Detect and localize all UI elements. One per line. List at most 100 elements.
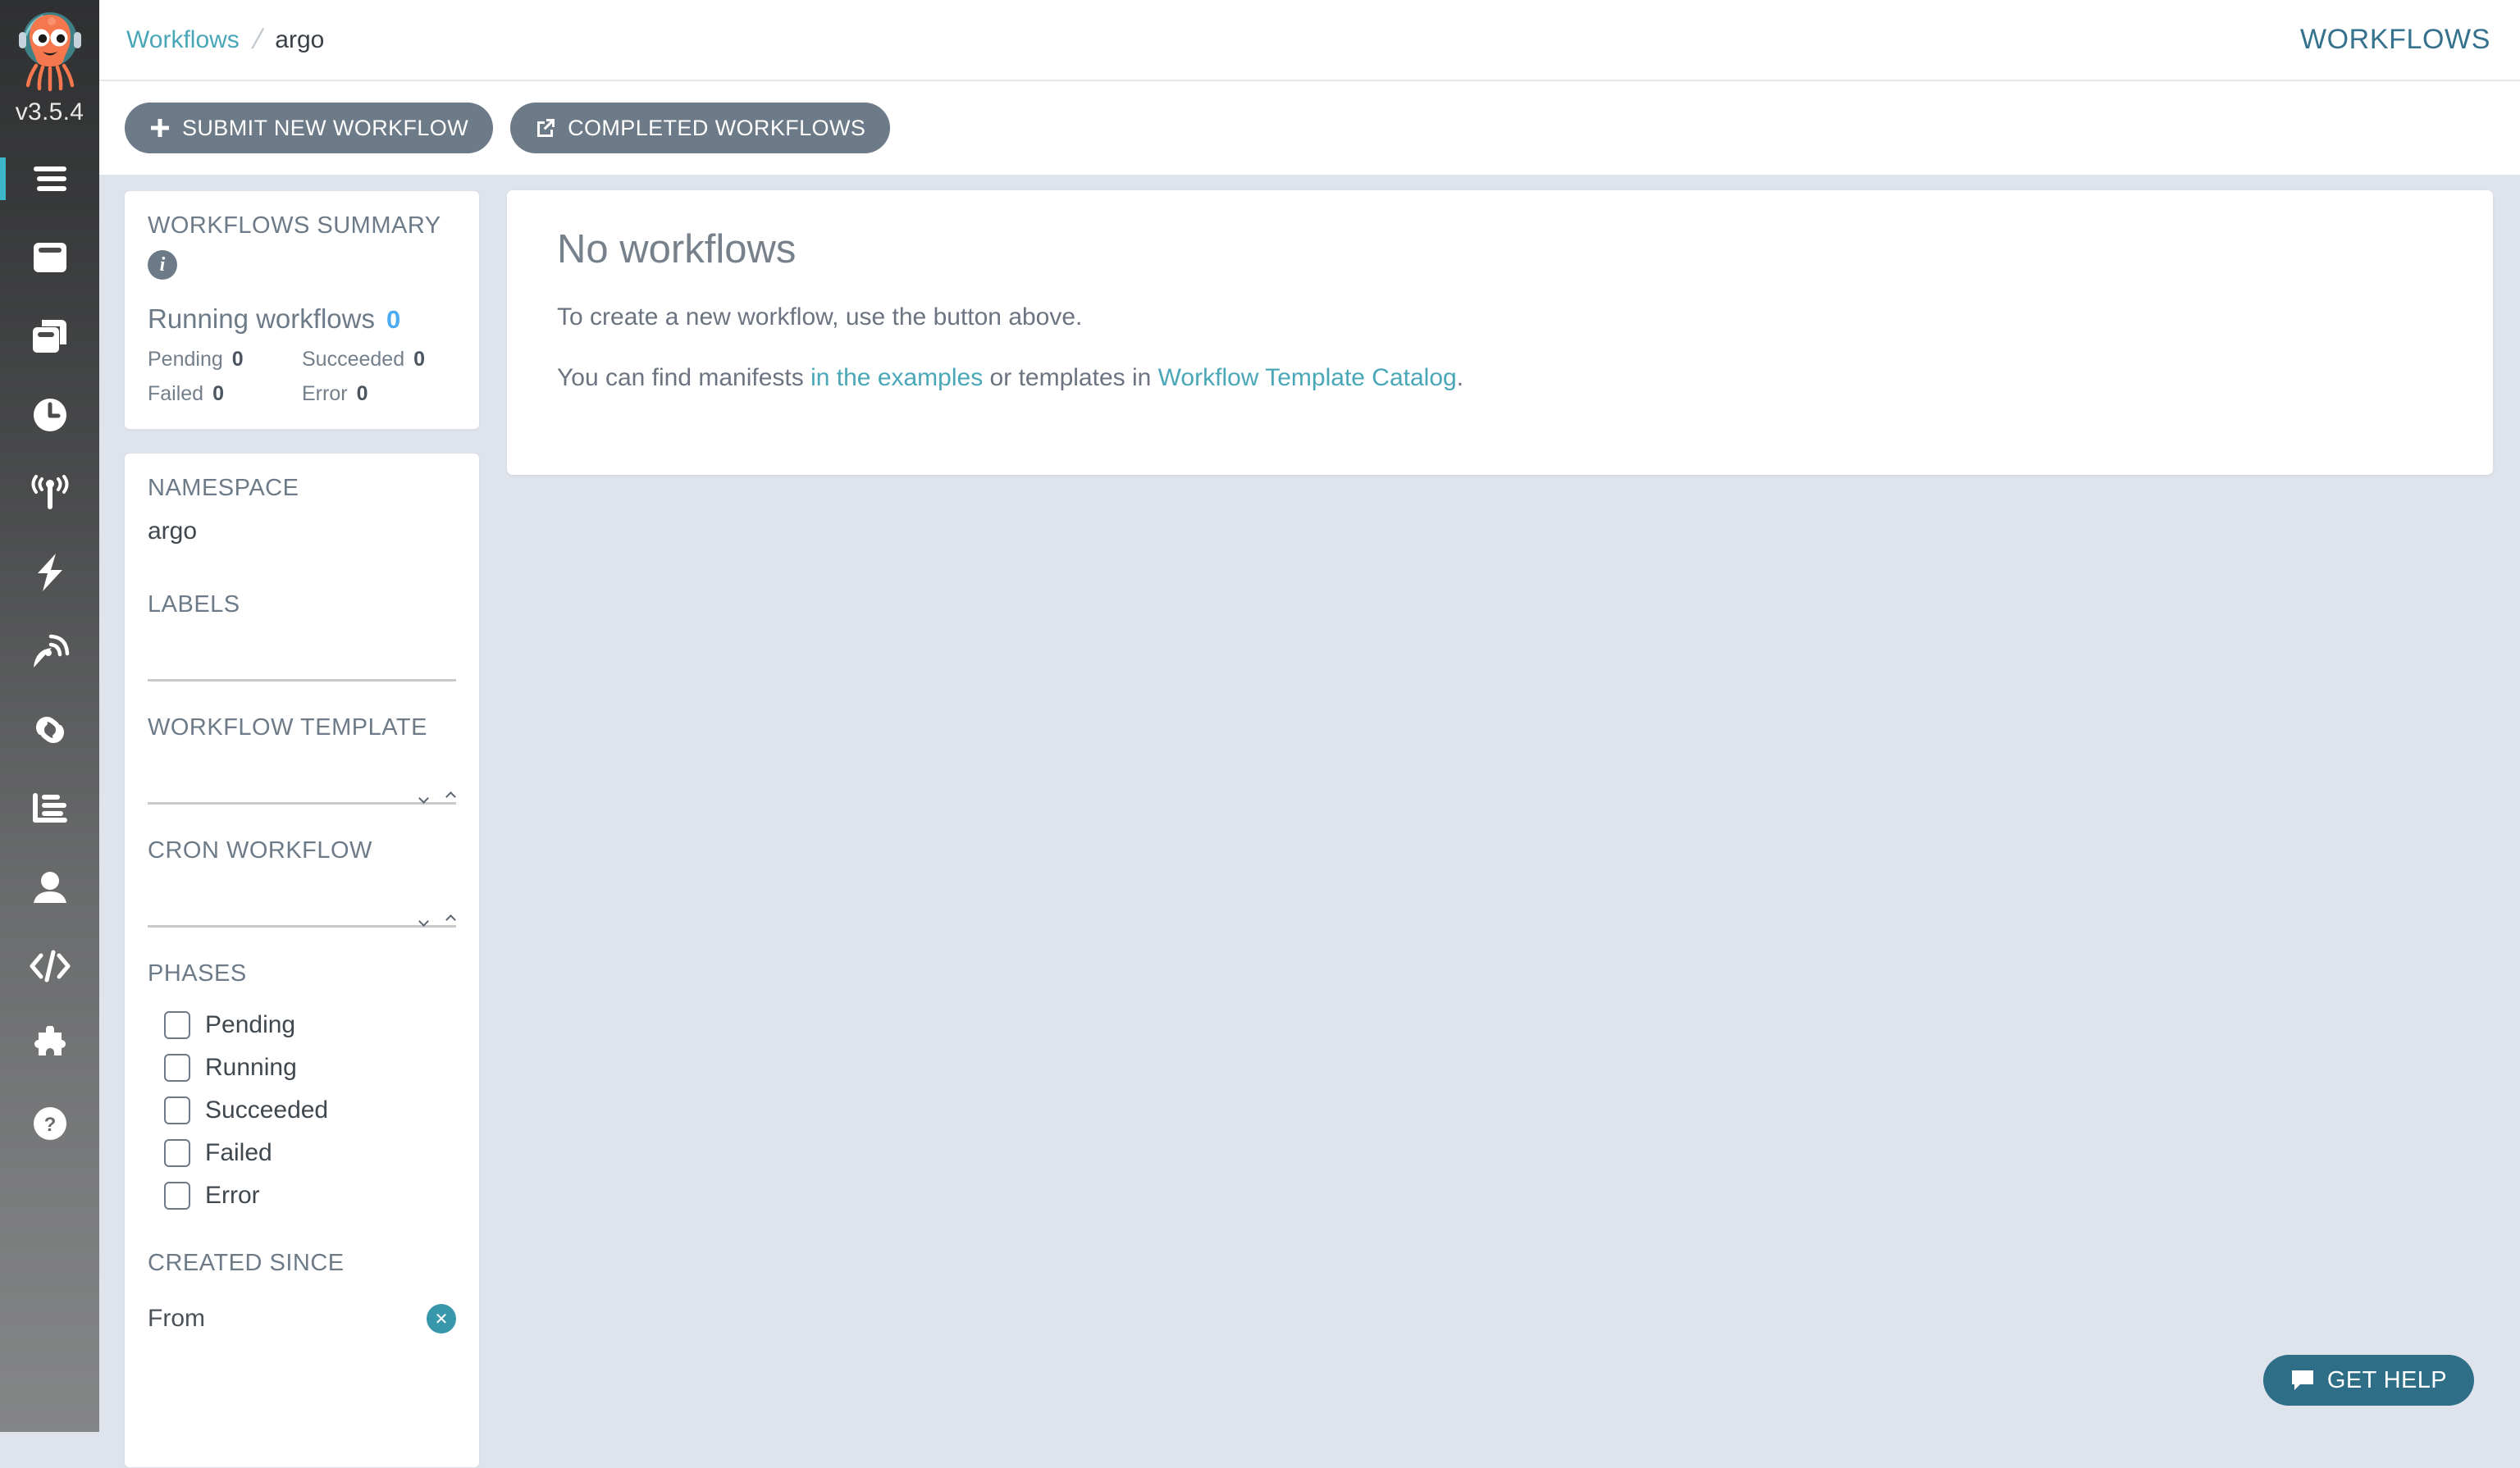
nav-active-indicator [0, 157, 6, 200]
user-icon [31, 869, 69, 905]
checkbox-icon[interactable] [164, 1139, 190, 1167]
phase-label-running: Running [205, 1054, 297, 1082]
workflow-template-label: WORKFLOW TEMPLATE [148, 714, 456, 741]
breadcrumb: Workflows / argo [126, 24, 324, 56]
phase-checkbox-pending[interactable]: Pending [164, 1004, 456, 1046]
empty-state-hint: You can find manifests in the examples o… [557, 364, 2493, 392]
lightning-bolt-icon [34, 553, 66, 592]
labels-underline [148, 679, 456, 682]
nav-item-event-sources[interactable] [0, 533, 99, 612]
examples-link[interactable]: in the examples [810, 364, 983, 391]
checkbox-icon[interactable] [164, 1182, 190, 1210]
stat-failed: Failed 0 [148, 382, 302, 406]
svg-text:?: ? [43, 1114, 56, 1136]
checkbox-icon[interactable] [164, 1054, 190, 1082]
completed-workflows-button[interactable]: COMPLETED WORKFLOWS [510, 103, 890, 153]
app-logo-block[interactable]: v3.5.4 [0, 0, 99, 139]
hint-prefix-text: You can find manifests [557, 364, 810, 391]
nav-item-plugins[interactable] [0, 1005, 99, 1084]
empty-state-card: No workflows To create a new workflow, u… [507, 190, 2493, 475]
puzzle-piece-icon [31, 1026, 69, 1064]
namespace-value[interactable]: argo [148, 517, 456, 545]
phase-checkbox-succeeded[interactable]: Succeeded [164, 1089, 456, 1132]
phase-checkbox-failed[interactable]: Failed [164, 1132, 456, 1174]
get-help-button[interactable]: GET HELP [2263, 1355, 2474, 1406]
breadcrumb-separator: / [249, 24, 266, 56]
external-link-icon [535, 117, 556, 139]
stat-error-value: 0 [357, 382, 368, 406]
checkbox-icon[interactable] [164, 1096, 190, 1124]
nav-item-menu[interactable] [0, 139, 99, 218]
workflows-summary-card: WORKFLOWS SUMMARY i Running workflows 0 … [124, 190, 480, 430]
app-version-label: v3.5.4 [16, 98, 84, 126]
nav-item-workflows[interactable] [0, 218, 99, 297]
labels-label: LABELS [148, 591, 456, 618]
argo-octopus-logo [11, 5, 89, 97]
chat-bubble-icon [2290, 1369, 2315, 1392]
code-brackets-icon [29, 949, 71, 983]
hint-middle-text: or templates in [983, 364, 1157, 391]
empty-state-subtitle: To create a new workflow, use the button… [557, 303, 2493, 331]
nav-item-user[interactable] [0, 848, 99, 927]
breadcrumb-link-workflows[interactable]: Workflows [126, 26, 240, 54]
nav-item-event-flow[interactable] [0, 454, 99, 533]
cron-workflow-select[interactable] [148, 878, 456, 928]
stat-error-label: Error [302, 382, 348, 406]
created-since-from-row[interactable]: From ✕ [148, 1304, 456, 1334]
summary-stats-grid: Pending 0 Succeeded 0 Failed 0 Error 0 [148, 348, 456, 406]
stat-pending-value: 0 [232, 348, 244, 372]
nav-item-sensors[interactable] [0, 612, 99, 691]
bar-chart-icon [30, 791, 70, 826]
empty-state-title: No workflows [557, 226, 2493, 272]
top-header: Workflows / argo WORKFLOWS [99, 0, 2520, 80]
created-since-from-label: From [148, 1305, 205, 1333]
hint-suffix-text: . [1457, 364, 1463, 391]
running-workflows-label: Running workflows [148, 303, 375, 335]
nav-item-pipelines[interactable] [0, 691, 99, 769]
created-since-label: CREATED SINCE [148, 1250, 456, 1277]
clock-icon [31, 396, 69, 434]
satellite-dish-icon [30, 631, 70, 671]
close-circle-icon[interactable]: ✕ [427, 1304, 456, 1334]
stat-succeeded-label: Succeeded [302, 348, 404, 372]
phase-label-succeeded: Succeeded [205, 1096, 328, 1124]
namespace-label: NAMESPACE [148, 475, 456, 502]
phase-checkbox-error[interactable]: Error [164, 1174, 456, 1217]
nav-item-workflow-templates[interactable] [0, 297, 99, 376]
filters-column: WORKFLOWS SUMMARY i Running workflows 0 … [124, 190, 480, 1468]
link-icon [30, 713, 71, 747]
phase-label-error: Error [205, 1182, 260, 1210]
breadcrumb-current-namespace: argo [275, 26, 324, 54]
workflow-template-select[interactable] [148, 755, 456, 805]
nav-item-cron-workflows[interactable] [0, 376, 99, 454]
info-icon[interactable]: i [148, 250, 177, 280]
running-workflows-count: 0 [386, 305, 400, 335]
phase-label-pending: Pending [205, 1011, 295, 1039]
get-help-label: GET HELP [2327, 1367, 2447, 1394]
cron-workflow-label: CRON WORKFLOW [148, 837, 456, 864]
broadcast-tower-icon [30, 475, 71, 513]
workflow-template-underline [148, 802, 456, 805]
submit-new-workflow-button[interactable]: SUBMIT NEW WORKFLOW [125, 103, 493, 153]
workflow-template-catalog-link[interactable]: Workflow Template Catalog [1158, 364, 1457, 391]
page-body: WORKFLOWS SUMMARY i Running workflows 0 … [99, 175, 2520, 1432]
stat-error: Error 0 [302, 382, 456, 406]
phase-checkbox-running[interactable]: Running [164, 1046, 456, 1089]
nav-item-api-docs[interactable] [0, 927, 99, 1005]
checkbox-icon[interactable] [164, 1011, 190, 1039]
chevron-down-icon [420, 914, 454, 925]
nav-item-reports[interactable] [0, 769, 99, 848]
labels-input[interactable] [148, 632, 456, 682]
running-workflows-row: Running workflows 0 [148, 303, 456, 335]
nav-item-help[interactable]: ? [0, 1084, 99, 1163]
action-bar: SUBMIT NEW WORKFLOW COMPLETED WORKFLOWS [99, 81, 2520, 175]
window-icon [31, 239, 69, 276]
created-since-section: CREATED SINCE From ✕ [148, 1250, 456, 1334]
phase-label-failed: Failed [205, 1139, 272, 1167]
stat-pending-label: Pending [148, 348, 223, 372]
stat-failed-value: 0 [212, 382, 224, 406]
question-circle-icon: ? [31, 1105, 69, 1142]
page-title: WORKFLOWS [2300, 24, 2490, 56]
phases-checkbox-list: Pending Running Succeeded Failed Error [148, 1004, 456, 1217]
cron-workflow-underline [148, 925, 456, 928]
